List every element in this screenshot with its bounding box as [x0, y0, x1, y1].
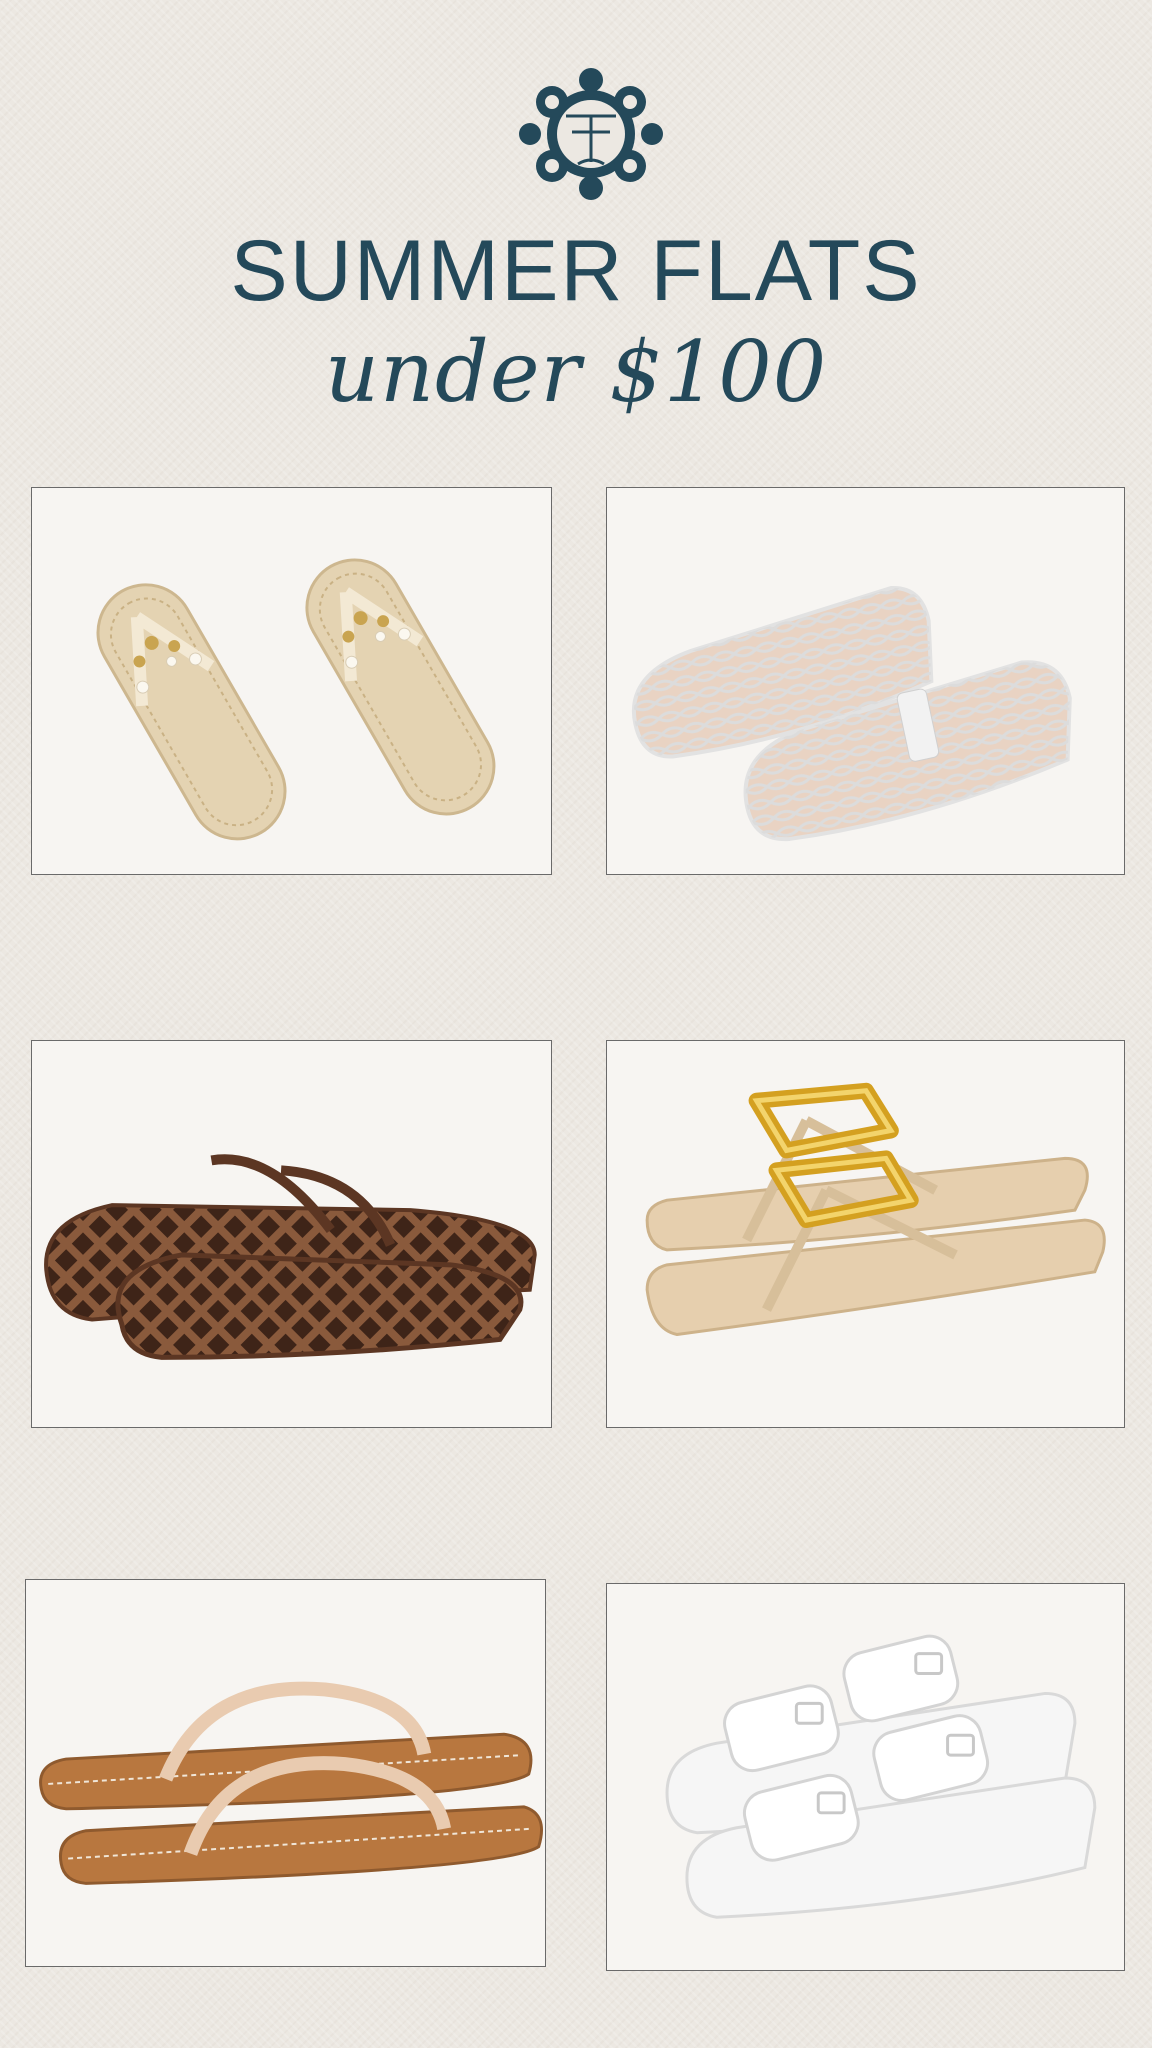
- page-title: SUMMER FLATS: [230, 223, 922, 319]
- brand-logo: [516, 64, 666, 204]
- product-image: [645, 1082, 1106, 1336]
- product-image: [39, 1681, 543, 1885]
- product-image: [632, 586, 1072, 842]
- product-image: [96, 558, 496, 841]
- product-card-clear-mesh-flats[interactable]: [606, 487, 1125, 875]
- product-card-tan-flip-flops[interactable]: [25, 1579, 546, 1967]
- product-image: [44, 1154, 537, 1360]
- product-card-pearl-flip-flops[interactable]: [31, 487, 552, 875]
- product-card-brown-jelly-mules[interactable]: [31, 1040, 552, 1428]
- monogram-logo-icon: [519, 68, 663, 200]
- product-card-gold-chain-sandals[interactable]: [606, 1040, 1125, 1428]
- page-subtitle: under $100: [324, 323, 828, 421]
- product-card-white-buckle-slides[interactable]: [606, 1583, 1125, 1971]
- product-image: [665, 1634, 1097, 1919]
